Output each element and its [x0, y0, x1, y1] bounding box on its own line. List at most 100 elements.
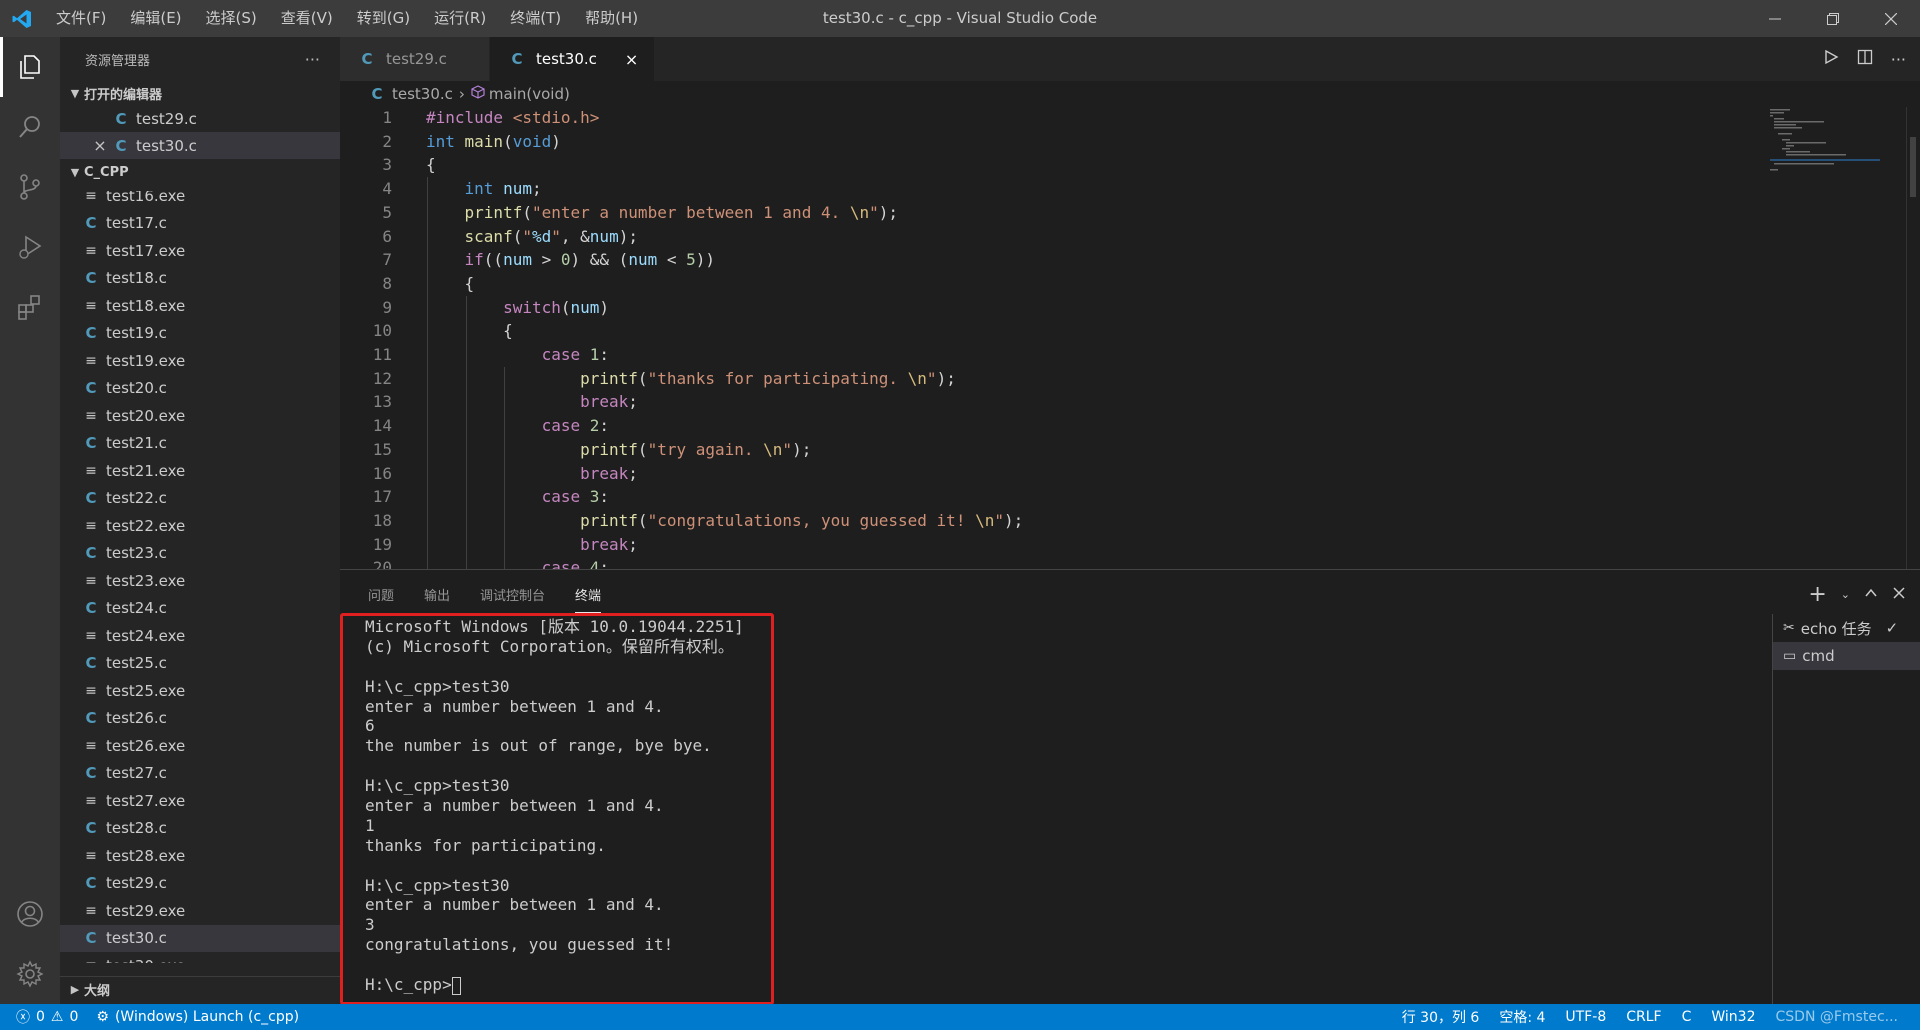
outline-section[interactable]: ▶ 大纲: [60, 976, 340, 1002]
file-tree-item[interactable]: Ctest28.c: [60, 815, 340, 843]
breadcrumb-file[interactable]: test30.c: [392, 85, 453, 103]
close-window-button[interactable]: [1862, 0, 1920, 37]
open-editor-item[interactable]: × Ctest30.c: [60, 132, 340, 159]
breadcrumb-symbol[interactable]: main(void): [489, 85, 570, 103]
close-tab-icon[interactable]: ×: [625, 50, 638, 69]
file-tree-item[interactable]: Ctest22.c: [60, 485, 340, 513]
extensions-icon[interactable]: [0, 277, 60, 337]
restore-button[interactable]: [1804, 0, 1862, 37]
code-editor[interactable]: 1 #include <stdio.h> 2 int main(void) 3{4 in…: [340, 107, 1920, 569]
debug-launch-icon[interactable]: ⚙: [96, 1009, 109, 1025]
open-editors-section[interactable]: ▼ 打开的编辑器: [60, 81, 340, 105]
file-tree-item[interactable]: ≡ test30.exe: [60, 952, 340, 963]
c-file-icon: C: [85, 544, 97, 563]
source-control-icon[interactable]: [0, 157, 60, 217]
file-tree-item[interactable]: Ctest29.c: [60, 870, 340, 898]
cursor-position[interactable]: 行 30，列 6: [1402, 1007, 1480, 1027]
c-file-icon: C: [85, 709, 97, 728]
file-tree-item[interactable]: Ctest30.c: [60, 924, 340, 952]
menu-item[interactable]: 转到(G): [345, 0, 422, 37]
c-file-icon: C: [115, 136, 127, 155]
split-editor-icon[interactable]: [1857, 49, 1873, 69]
file-tree-item[interactable]: ≡ test19.exe: [60, 347, 340, 375]
file-tree-item[interactable]: ≡ test25.exe: [60, 677, 340, 705]
file-name: test17.c: [106, 214, 167, 233]
file-tree-item[interactable]: ≡ test26.exe: [60, 732, 340, 760]
file-tree-item[interactable]: ≡ test23.exe: [60, 567, 340, 595]
menu-item[interactable]: 运行(R): [422, 0, 498, 37]
close-icon[interactable]: ×: [90, 136, 110, 155]
panel-tab[interactable]: 终端: [575, 577, 602, 613]
menu-item[interactable]: 编辑(E): [118, 0, 193, 37]
menu-item[interactable]: 文件(F): [44, 0, 118, 37]
file-tree-item[interactable]: Ctest21.c: [60, 430, 340, 458]
binary-file-icon: ≡: [85, 297, 97, 314]
indent-guide: [465, 295, 467, 569]
settings-gear-icon[interactable]: [0, 944, 60, 1004]
c-file-icon: C: [85, 324, 97, 343]
platform[interactable]: Win32: [1711, 1009, 1755, 1025]
file-tree-item[interactable]: Ctest25.c: [60, 650, 340, 678]
language-mode[interactable]: C: [1682, 1009, 1692, 1025]
editor-tab[interactable]: Ctest29.c: [340, 37, 490, 81]
error-count[interactable]: 0: [36, 1009, 45, 1025]
file-tree-item[interactable]: ≡ test16.exe: [60, 191, 340, 210]
open-editor-item[interactable]: Ctest29.c: [60, 105, 340, 132]
warning-icon[interactable]: ⚠: [51, 1009, 64, 1025]
terminal-instance[interactable]: ✂ echo 任务 ✓: [1773, 614, 1920, 642]
vertical-scrollbar[interactable]: [1906, 107, 1920, 569]
close-panel-icon[interactable]: [1892, 585, 1906, 604]
file-tree-item[interactable]: ≡ test22.exe: [60, 512, 340, 540]
file-name: test21.exe: [106, 461, 186, 480]
maximize-panel-icon[interactable]: [1864, 585, 1878, 604]
file-tree-item[interactable]: Ctest24.c: [60, 595, 340, 623]
menu-item[interactable]: 终端(T): [498, 0, 573, 37]
file-tree-item[interactable]: Ctest18.c: [60, 265, 340, 293]
debug-launch-config[interactable]: (Windows) Launch (c_cpp): [115, 1009, 299, 1025]
file-tree-item[interactable]: Ctest19.c: [60, 320, 340, 348]
panel-tab[interactable]: 问题: [368, 577, 394, 612]
menu-item[interactable]: 查看(V): [269, 0, 345, 37]
minimize-button[interactable]: [1746, 0, 1804, 37]
open-editors-label: 打开的编辑器: [84, 87, 163, 103]
encoding[interactable]: UTF-8: [1565, 1009, 1606, 1025]
file-tree-item[interactable]: ≡ test24.exe: [60, 622, 340, 650]
file-name: test28.c: [106, 819, 167, 838]
file-tree-item[interactable]: ≡ test18.exe: [60, 292, 340, 320]
folder-section[interactable]: ▼ C_CPP: [60, 160, 340, 184]
account-icon[interactable]: [0, 884, 60, 944]
file-tree-item[interactable]: ≡ test27.exe: [60, 787, 340, 815]
terminal-instance[interactable]: ▭ cmd: [1773, 642, 1920, 670]
file-tree-item[interactable]: Ctest23.c: [60, 540, 340, 568]
terminal-output[interactable]: Microsoft Windows [版本 10.0.19044.2251] (c…: [340, 612, 1770, 1005]
file-tree-item[interactable]: ≡ test28.exe: [60, 842, 340, 870]
file-tree-item[interactable]: ≡ test21.exe: [60, 457, 340, 485]
warning-count[interactable]: 0: [69, 1009, 78, 1025]
file-tree-item[interactable]: ≡ test20.exe: [60, 402, 340, 430]
file-tree-item[interactable]: ≡ test29.exe: [60, 897, 340, 925]
run-debug-icon[interactable]: [0, 217, 60, 277]
terminal-cursor[interactable]: [451, 976, 461, 995]
chevron-down-icon[interactable]: ⌄: [1841, 588, 1850, 601]
menu-item[interactable]: 选择(S): [194, 0, 269, 37]
file-tree-item[interactable]: Ctest17.c: [60, 210, 340, 238]
binary-file-icon: ≡: [85, 792, 97, 809]
editor-tab[interactable]: Ctest30.c ×: [490, 37, 656, 81]
explorer-icon[interactable]: [0, 37, 60, 97]
indentation[interactable]: 空格: 4: [1499, 1007, 1545, 1027]
panel-tab[interactable]: 调试控制台: [480, 577, 545, 612]
file-name: test23.exe: [106, 571, 186, 590]
more-actions-icon[interactable]: ···: [1891, 50, 1906, 69]
end-of-line[interactable]: CRLF: [1626, 1009, 1661, 1025]
file-tree-item[interactable]: Ctest26.c: [60, 705, 340, 733]
search-icon[interactable]: [0, 97, 60, 157]
panel-tab[interactable]: 输出: [424, 577, 450, 612]
new-terminal-icon[interactable]: +: [1808, 582, 1826, 607]
file-tree-item[interactable]: Ctest20.c: [60, 375, 340, 403]
file-tree-item[interactable]: Ctest27.c: [60, 760, 340, 788]
error-icon[interactable]: ⓧ: [16, 1007, 30, 1027]
more-actions-icon[interactable]: ···: [305, 50, 320, 69]
menu-item[interactable]: 帮助(H): [573, 0, 650, 37]
file-tree-item[interactable]: ≡ test17.exe: [60, 237, 340, 265]
run-icon[interactable]: [1823, 49, 1839, 69]
